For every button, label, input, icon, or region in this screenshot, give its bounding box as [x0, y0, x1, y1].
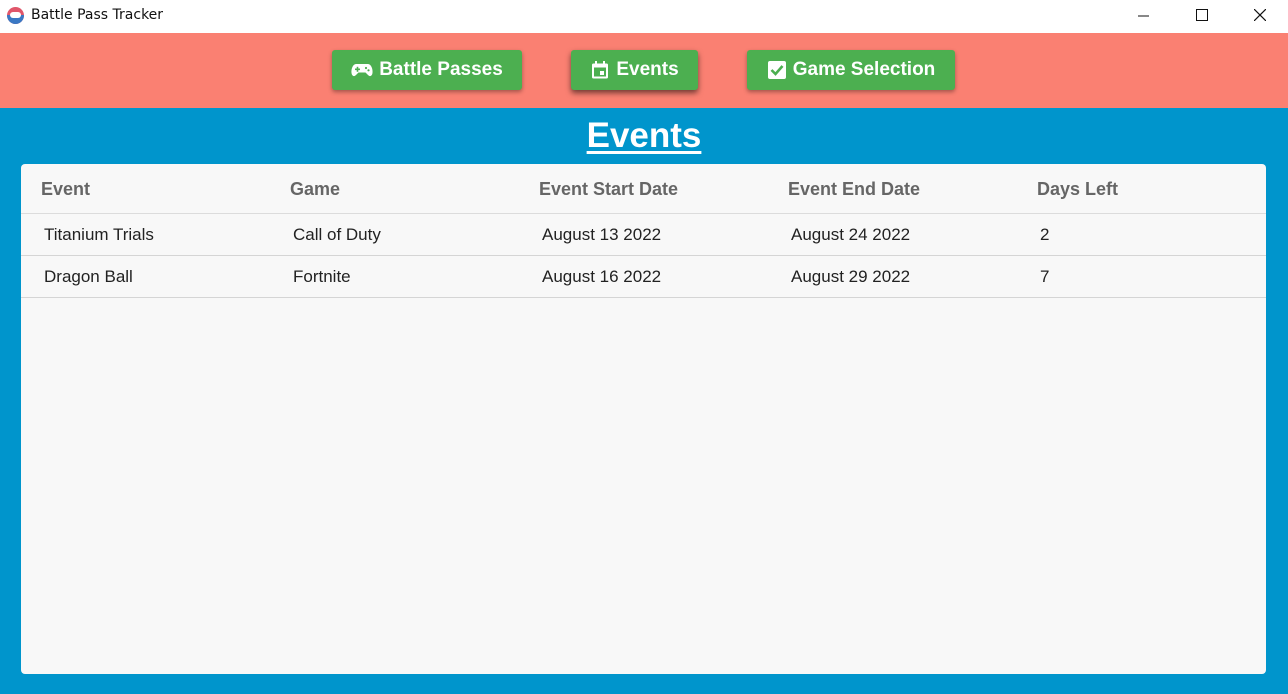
events-button[interactable]: Events	[571, 50, 698, 90]
table-header: Event Game Event Start Date Event End Da…	[21, 164, 1266, 214]
table-row[interactable]: Titanium Trials Call of Duty August 13 2…	[21, 214, 1266, 256]
minimize-icon	[1137, 15, 1149, 16]
cell-start-date: August 16 2022	[542, 267, 662, 286]
battle-passes-button[interactable]: Battle Passes	[332, 50, 522, 90]
minimize-button[interactable]	[1120, 0, 1166, 30]
column-header-game[interactable]: Game	[290, 179, 340, 200]
column-header-event[interactable]: Event	[41, 179, 90, 200]
page-title: Events	[586, 116, 702, 155]
game-selection-label: Game Selection	[792, 59, 936, 80]
calendar-icon	[592, 61, 609, 79]
maximize-icon	[1196, 9, 1208, 21]
nav-toolbar: Battle Passes Events Game Selection	[0, 33, 1288, 108]
column-header-end-date[interactable]: Event End Date	[788, 179, 920, 200]
events-label: Events	[616, 59, 679, 80]
title-bar: Battle Pass Tracker	[0, 0, 1288, 33]
close-button[interactable]	[1237, 0, 1283, 30]
events-table: Event Game Event Start Date Event End Da…	[21, 164, 1266, 674]
table-row[interactable]: Dragon Ball Fortnite August 16 2022 Augu…	[21, 256, 1266, 298]
checkbox-icon	[767, 61, 786, 79]
app-icon	[7, 7, 24, 24]
window-title: Battle Pass Tracker	[31, 7, 164, 23]
cell-game: Fortnite	[293, 267, 351, 286]
column-header-start-date[interactable]: Event Start Date	[539, 179, 678, 200]
column-header-days-left[interactable]: Days Left	[1037, 179, 1118, 200]
battle-passes-label: Battle Passes	[379, 59, 503, 80]
close-icon	[1254, 9, 1266, 21]
cell-days-left: 7	[1040, 267, 1050, 286]
cell-event: Dragon Ball	[44, 267, 133, 286]
cell-end-date: August 24 2022	[791, 225, 911, 244]
cell-days-left: 2	[1040, 225, 1050, 244]
cell-game: Call of Duty	[293, 225, 381, 244]
gamepad-icon	[351, 64, 373, 77]
maximize-button[interactable]	[1179, 0, 1225, 30]
cell-event: Titanium Trials	[44, 225, 154, 244]
game-selection-button[interactable]: Game Selection	[747, 50, 955, 90]
cell-start-date: August 13 2022	[542, 225, 662, 244]
cell-end-date: August 29 2022	[791, 267, 911, 286]
